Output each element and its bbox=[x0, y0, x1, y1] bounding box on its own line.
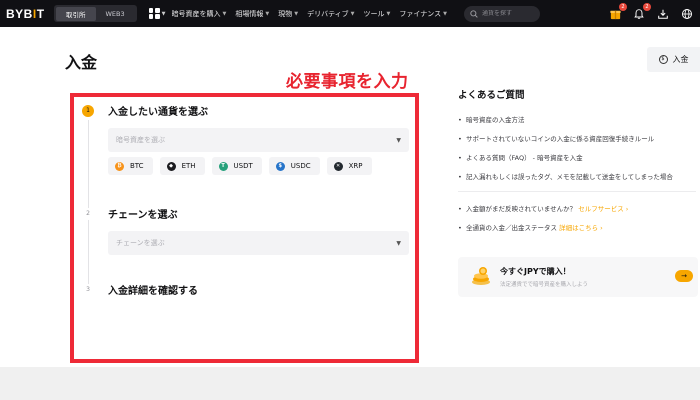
gift-badge: 2 bbox=[619, 2, 627, 11]
faq-item[interactable]: • サポートされていないコインの入金に係る資産回復手続きルール bbox=[458, 134, 698, 144]
step-title-confirm-details: 入金詳細を確認する bbox=[108, 286, 198, 297]
segment-exchange[interactable]: 取引所 bbox=[56, 6, 96, 21]
step-number-1: 1 bbox=[82, 105, 94, 117]
chevron-down-icon: ▼ bbox=[443, 10, 447, 17]
step-title-select-coin: 入金したい通貨を選ぶ bbox=[108, 107, 208, 118]
logo-text-tail: T bbox=[36, 6, 45, 21]
chevron-down-icon: ▼ bbox=[161, 10, 166, 17]
self-service-link[interactable]: セルフサービス › bbox=[578, 205, 628, 213]
buy-jpy-promo[interactable]: 今すぐJPYで購入！ 法定通貨でで暗号資産を購入しよう → bbox=[458, 257, 698, 297]
bell-icon[interactable]: 2 bbox=[632, 2, 651, 21]
status-details-link[interactable]: 詳細はこちら › bbox=[559, 224, 603, 232]
deposit-page: 入金 $ 入金 必要事項を入力 1 入金したい通貨を選ぶ 暗号資産を選ぶ ▼ ₿… bbox=[0, 27, 700, 367]
nav-buy-crypto[interactable]: 暗号資産を購入 ▼ bbox=[172, 9, 227, 19]
coin-chip-label: USDC bbox=[290, 162, 311, 170]
chevron-down-icon: ▼ bbox=[265, 10, 270, 17]
faq-extra-text: 全通貨の入金／出金ステータス bbox=[466, 224, 557, 232]
coin-chip-label: XRP bbox=[348, 162, 363, 170]
page-title: 入金 bbox=[65, 53, 98, 72]
xrp-icon: ✕ bbox=[333, 161, 343, 171]
nav-label: ツール bbox=[363, 9, 385, 18]
chevron-down-icon: ▼ bbox=[350, 10, 355, 17]
step-number-2: 2 bbox=[82, 208, 94, 220]
coin-chip-label: BTC bbox=[130, 162, 144, 170]
logo-text: BYB bbox=[6, 6, 33, 21]
coin-search[interactable] bbox=[463, 5, 540, 22]
chain-select-placeholder: チェーンを選ぶ bbox=[116, 239, 165, 247]
nav-label: デリバティブ bbox=[307, 9, 349, 18]
apps-grid-icon[interactable] bbox=[148, 8, 160, 19]
faq-divider bbox=[458, 191, 696, 192]
nav-tools[interactable]: ツール ▼ bbox=[364, 9, 391, 19]
chevron-down-icon: ▼ bbox=[396, 239, 401, 247]
bybit-logo[interactable]: BYBIT bbox=[6, 7, 46, 21]
top-navigation-bar: BYBIT 取引所 WEB3 ▼ 暗号資産を購入 ▼ 相場情報 ▼ 現物 ▼ デリバテ… bbox=[0, 0, 700, 27]
step-number-3: 3 bbox=[82, 284, 94, 296]
promo-title: 今すぐJPYで購入！ bbox=[500, 267, 571, 276]
coin-icon: $ bbox=[658, 55, 668, 64]
chevron-down-icon: ▼ bbox=[396, 136, 401, 144]
search-icon bbox=[470, 9, 478, 18]
nav-label: 相場情報 bbox=[235, 9, 264, 18]
segment-web3[interactable]: WEB3 bbox=[96, 8, 135, 20]
notification-badge: 2 bbox=[643, 2, 651, 11]
coin-pile-icon bbox=[472, 267, 490, 285]
btc-icon: ₿ bbox=[115, 161, 124, 171]
nav-spot[interactable]: 現物 ▼ bbox=[278, 9, 298, 19]
faq-title: よくあるご質問 bbox=[458, 90, 525, 101]
nav-derivatives[interactable]: デリバティブ ▼ bbox=[307, 9, 354, 19]
coin-chip-btc[interactable]: ₿ BTC bbox=[108, 157, 153, 175]
chevron-down-icon: ▼ bbox=[222, 10, 227, 17]
coin-select[interactable]: 暗号資産を選ぶ ▼ bbox=[108, 128, 409, 152]
page-footer-area bbox=[0, 367, 700, 400]
header-actions: 2 2 bbox=[598, 0, 694, 27]
coin-chip-label: ETH bbox=[181, 162, 196, 170]
coin-chip-usdc[interactable]: $ USDC bbox=[268, 157, 320, 175]
annotation-label: 必要事項を入力 bbox=[286, 72, 409, 92]
faq-item-text: 暗号資産の入金方法 bbox=[466, 116, 525, 124]
arrow-right-icon[interactable]: → bbox=[675, 270, 693, 282]
search-input[interactable] bbox=[481, 10, 540, 17]
nav-markets[interactable]: 相場情報 ▼ bbox=[235, 9, 269, 19]
chevron-down-icon: ▼ bbox=[294, 10, 299, 17]
nav-label: 暗号資産を購入 bbox=[171, 9, 221, 18]
coin-select-placeholder: 暗号資産を選ぶ bbox=[116, 136, 165, 144]
faq-self-service: • 入金額がまだ反映されていませんか？ セルフサービス › bbox=[458, 205, 629, 213]
faq-item[interactable]: • 暗号資産の入金方法 bbox=[458, 115, 698, 125]
faq-extra-text: 入金額がまだ反映されていませんか？ bbox=[466, 205, 577, 213]
faq-status: • 全通貨の入金／出金ステータス 詳細はこちら › bbox=[458, 224, 603, 232]
faq-item[interactable]: • 記入漏れもしくは誤ったタグ、メモを記載して送金をしてしまった場合 bbox=[458, 172, 698, 182]
deposit-button-label: 入金 bbox=[672, 55, 689, 64]
faq-item[interactable]: • よくある質問（FAQ） - 暗号資産を入金 bbox=[458, 153, 698, 163]
usdc-icon: $ bbox=[275, 161, 285, 171]
faq-item-text: 記入漏れもしくは誤ったタグ、メモを記載して送金をしてしまった場合 bbox=[466, 173, 673, 181]
coin-chip-xrp[interactable]: ✕ XRP bbox=[326, 157, 372, 175]
coin-chip-usdt[interactable]: T USDT bbox=[211, 157, 262, 175]
usdt-icon: T bbox=[218, 161, 228, 171]
coin-chip-eth[interactable]: ◆ ETH bbox=[159, 157, 205, 175]
exchange-switch: 取引所 WEB3 bbox=[54, 5, 137, 22]
faq-list: • 暗号資産の入金方法 • サポートされていないコインの入金に係る資産回復手続きルー… bbox=[458, 115, 698, 242]
nav-label: ファイナンス bbox=[399, 9, 442, 18]
download-icon[interactable] bbox=[656, 7, 670, 21]
coin-chip-label: USDT bbox=[233, 162, 253, 170]
faq-item-text: サポートされていないコインの入金に係る資産回復手続きルール bbox=[466, 135, 655, 143]
chain-select[interactable]: チェーンを選ぶ ▼ bbox=[108, 231, 409, 255]
globe-icon[interactable] bbox=[680, 7, 694, 21]
step-title-select-chain: チェーンを選ぶ bbox=[108, 210, 178, 221]
chevron-down-icon: ▼ bbox=[386, 10, 391, 17]
popular-coins: ₿ BTC ◆ ETH T USDT $ USDC ✕ XRP bbox=[108, 157, 379, 175]
faq-item-text: よくある質問（FAQ） - 暗号資産を入金 bbox=[466, 154, 583, 162]
nav-label: 現物 bbox=[278, 9, 293, 18]
gift-icon[interactable]: 2 bbox=[608, 2, 627, 21]
step-connector bbox=[88, 120, 89, 292]
main-nav: 暗号資産を購入 ▼ 相場情報 ▼ 現物 ▼ デリバティブ ▼ ツール ▼ ファイナンス ▼ bbox=[172, 9, 456, 19]
nav-finance[interactable]: ファイナンス ▼ bbox=[399, 9, 447, 19]
eth-icon: ◆ bbox=[166, 161, 176, 171]
deposit-button[interactable]: $ 入金 bbox=[647, 47, 700, 72]
promo-subtitle: 法定通貨でで暗号資産を購入しよう bbox=[500, 282, 589, 288]
